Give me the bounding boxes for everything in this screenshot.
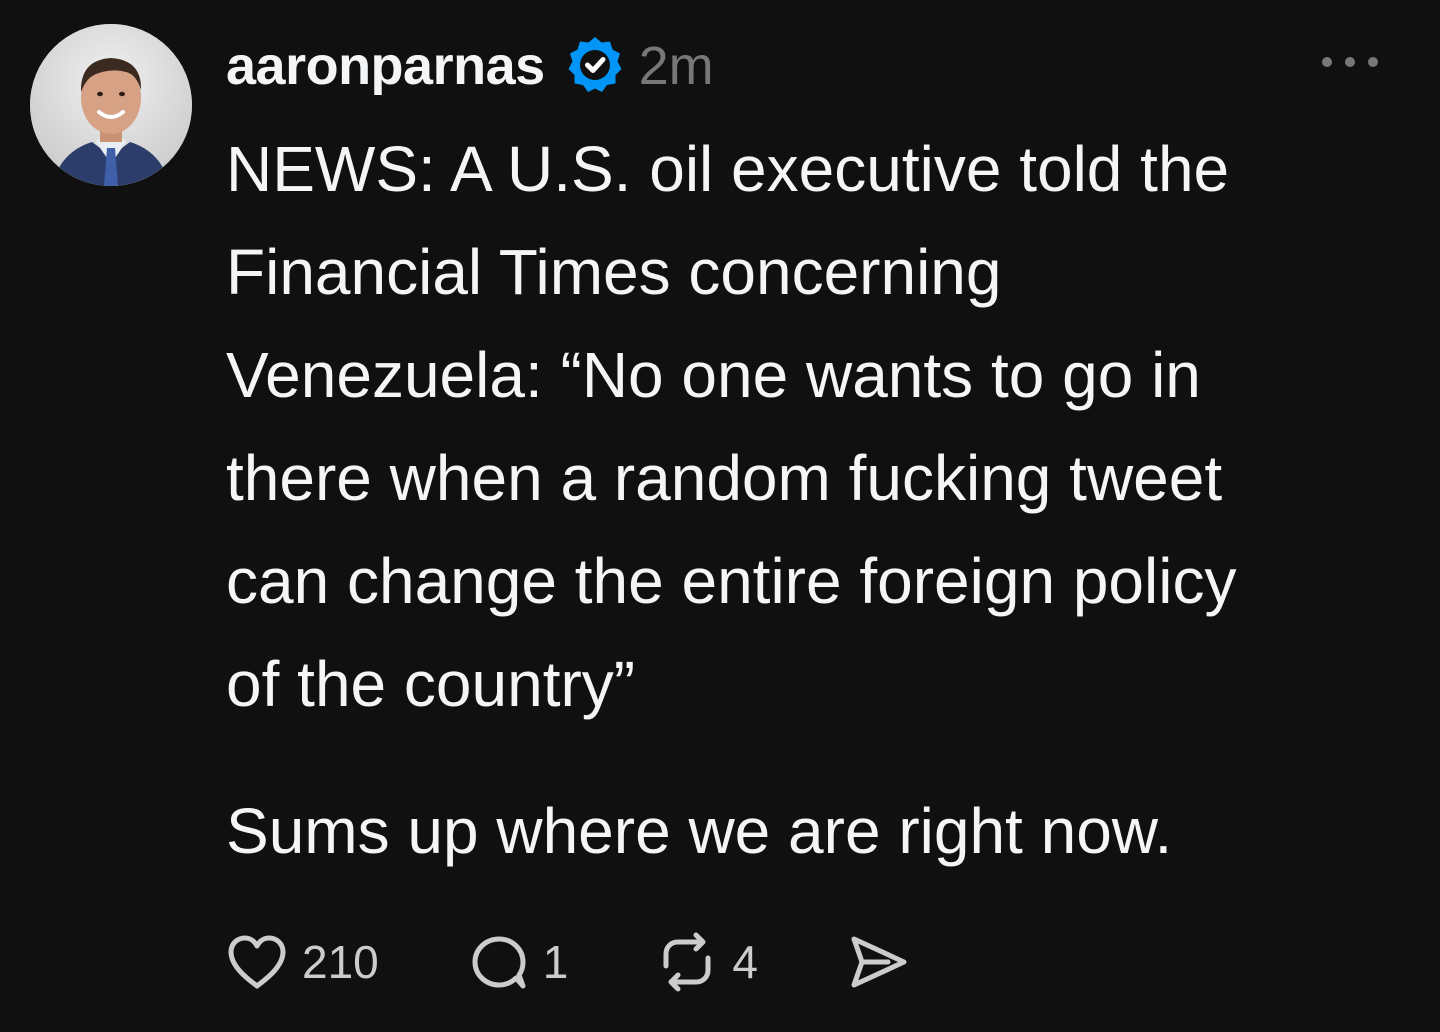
more-options-icon[interactable] <box>1322 52 1378 72</box>
share-button[interactable] <box>846 933 910 991</box>
post: aaronparnas 2m NEWS: A U.S. oil executiv… <box>0 0 1440 1032</box>
repost-icon <box>663 932 711 992</box>
post-header: aaronparnas 2m <box>226 30 714 102</box>
avatar[interactable] <box>30 24 192 186</box>
post-text: NEWS: A U.S. oil executive told the Fina… <box>226 133 1237 720</box>
send-icon <box>851 936 907 988</box>
verified-badge-icon <box>563 34 627 98</box>
repost-button[interactable]: 4 <box>656 932 758 992</box>
like-button[interactable]: 210 <box>226 933 379 991</box>
username[interactable]: aaronparnas <box>226 35 545 97</box>
reply-count: 1 <box>542 936 569 988</box>
comment-icon <box>472 936 526 989</box>
like-count: 210 <box>302 936 379 988</box>
repost-count: 4 <box>732 936 758 988</box>
reply-button[interactable]: 1 <box>469 933 569 991</box>
action-bar: 210 1 4 <box>226 926 910 998</box>
post-text-comment: Sums up where we are right now. <box>226 795 1173 867</box>
heart-icon <box>228 935 286 989</box>
timestamp: 2m <box>638 36 714 96</box>
avatar-photo <box>30 24 192 186</box>
